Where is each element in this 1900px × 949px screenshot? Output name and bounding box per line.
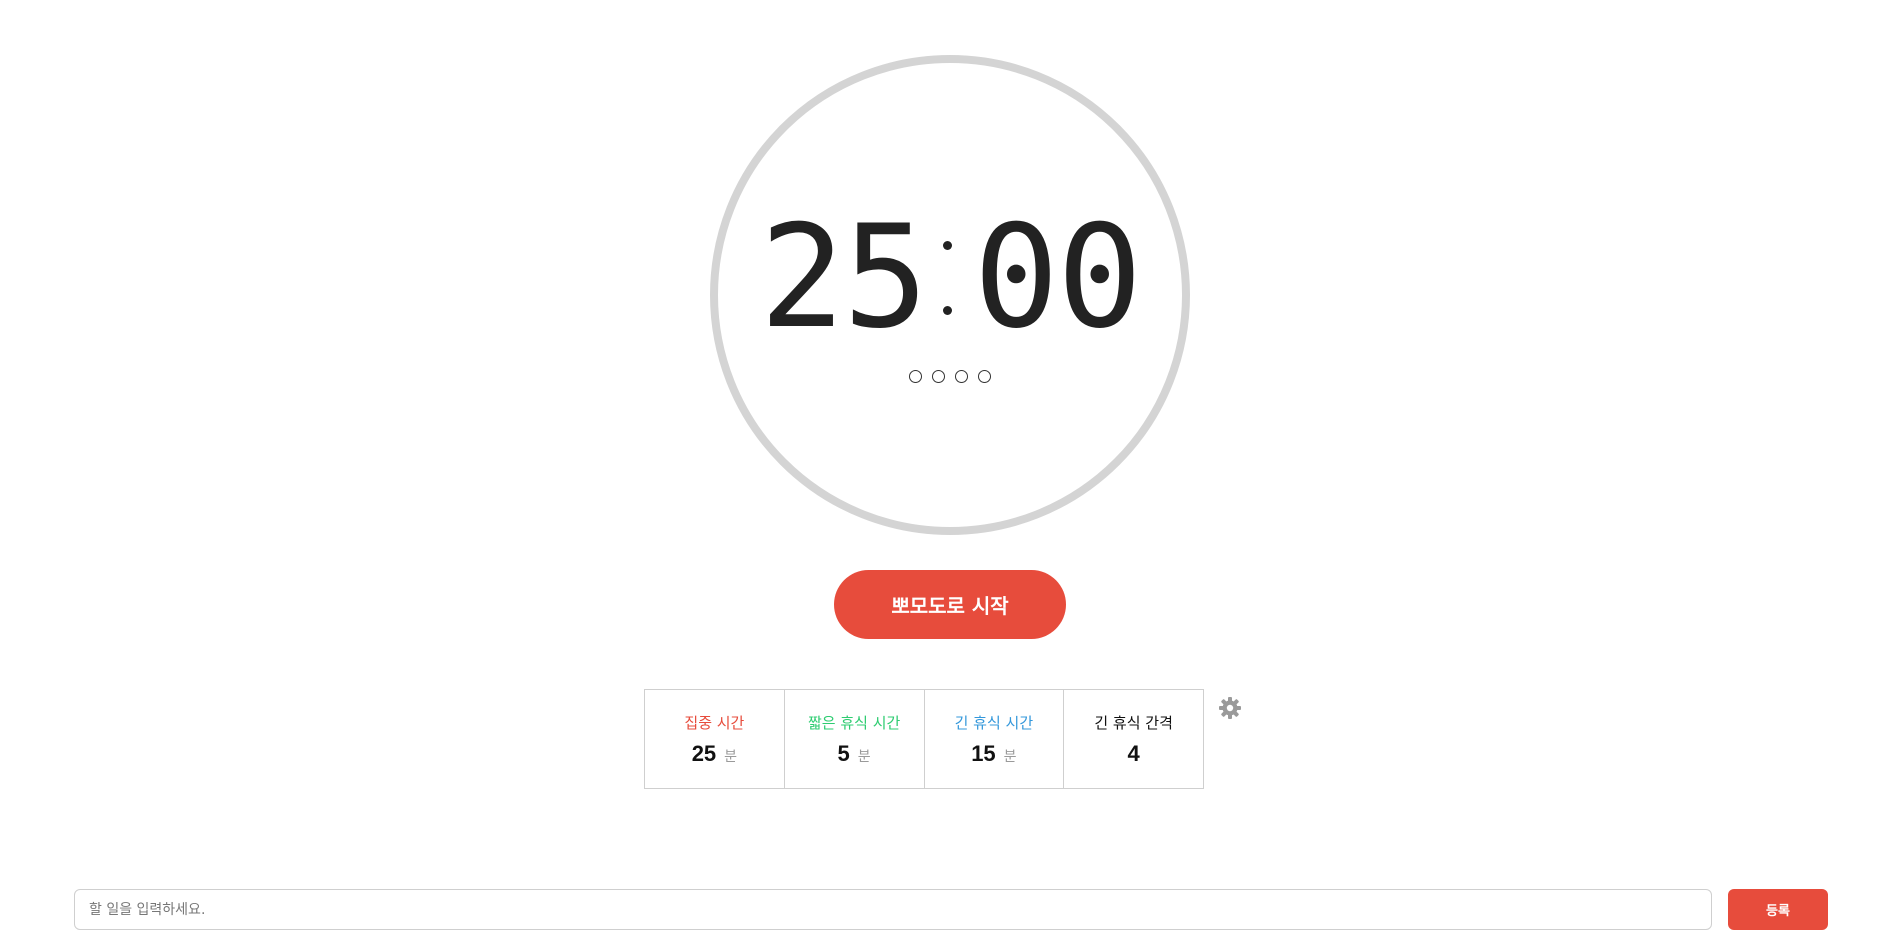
cycle-dot [909, 370, 922, 383]
long-break-interval-label: 긴 휴식 간격 [1094, 713, 1173, 732]
short-break-time-unit: 분 [857, 748, 871, 765]
register-task-button[interactable]: 등록 [1728, 889, 1828, 930]
long-break-interval-value-row: 4 [1128, 741, 1140, 767]
long-break-time-unit: 분 [1003, 748, 1017, 765]
pomodoro-page: 25 00 뽀모도로 시작 집중 시간 25 분 짧은 휴식 시간 5 분 긴 … [0, 0, 1900, 949]
setting-long-break-interval[interactable]: 긴 휴식 간격 4 [1064, 690, 1203, 788]
gear-icon[interactable] [1218, 696, 1242, 720]
setting-focus-time[interactable]: 집중 시간 25 분 [645, 690, 785, 788]
timer-ring: 25 00 [710, 55, 1190, 535]
setting-long-break-time[interactable]: 긴 휴식 시간 15 분 [925, 690, 1065, 788]
long-break-interval-value: 4 [1127, 740, 1140, 766]
timer-colon [942, 218, 952, 338]
long-break-time-label: 긴 휴식 시간 [954, 713, 1034, 732]
task-input[interactable] [74, 889, 1712, 930]
focus-time-value-row: 25 분 [692, 741, 737, 767]
long-break-time-value: 15 [971, 740, 996, 766]
short-break-time-value-row: 5 분 [838, 741, 871, 767]
cycle-indicators [909, 370, 991, 383]
time-display: 25 00 [759, 195, 1143, 360]
focus-time-unit: 분 [724, 748, 738, 765]
short-break-time-label: 짧은 휴식 시간 [807, 713, 901, 732]
cycle-dot [978, 370, 991, 383]
focus-time-label: 집중 시간 [684, 713, 745, 732]
timer-minutes: 25 [759, 195, 929, 360]
settings-table: 집중 시간 25 분 짧은 휴식 시간 5 분 긴 휴식 시간 15 분 긴 휴… [644, 689, 1204, 789]
timer-seconds: 00 [973, 195, 1143, 360]
focus-time-value: 25 [691, 740, 717, 766]
short-break-time-value: 5 [837, 740, 850, 766]
gear-icon-svg [1219, 697, 1241, 719]
cycle-dot [955, 370, 968, 383]
setting-short-break-time[interactable]: 짧은 휴식 시간 5 분 [785, 690, 925, 788]
cycle-dot [932, 370, 945, 383]
long-break-time-value-row: 15 분 [971, 741, 1016, 767]
start-pomodoro-button[interactable]: 뽀모도로 시작 [834, 570, 1066, 639]
